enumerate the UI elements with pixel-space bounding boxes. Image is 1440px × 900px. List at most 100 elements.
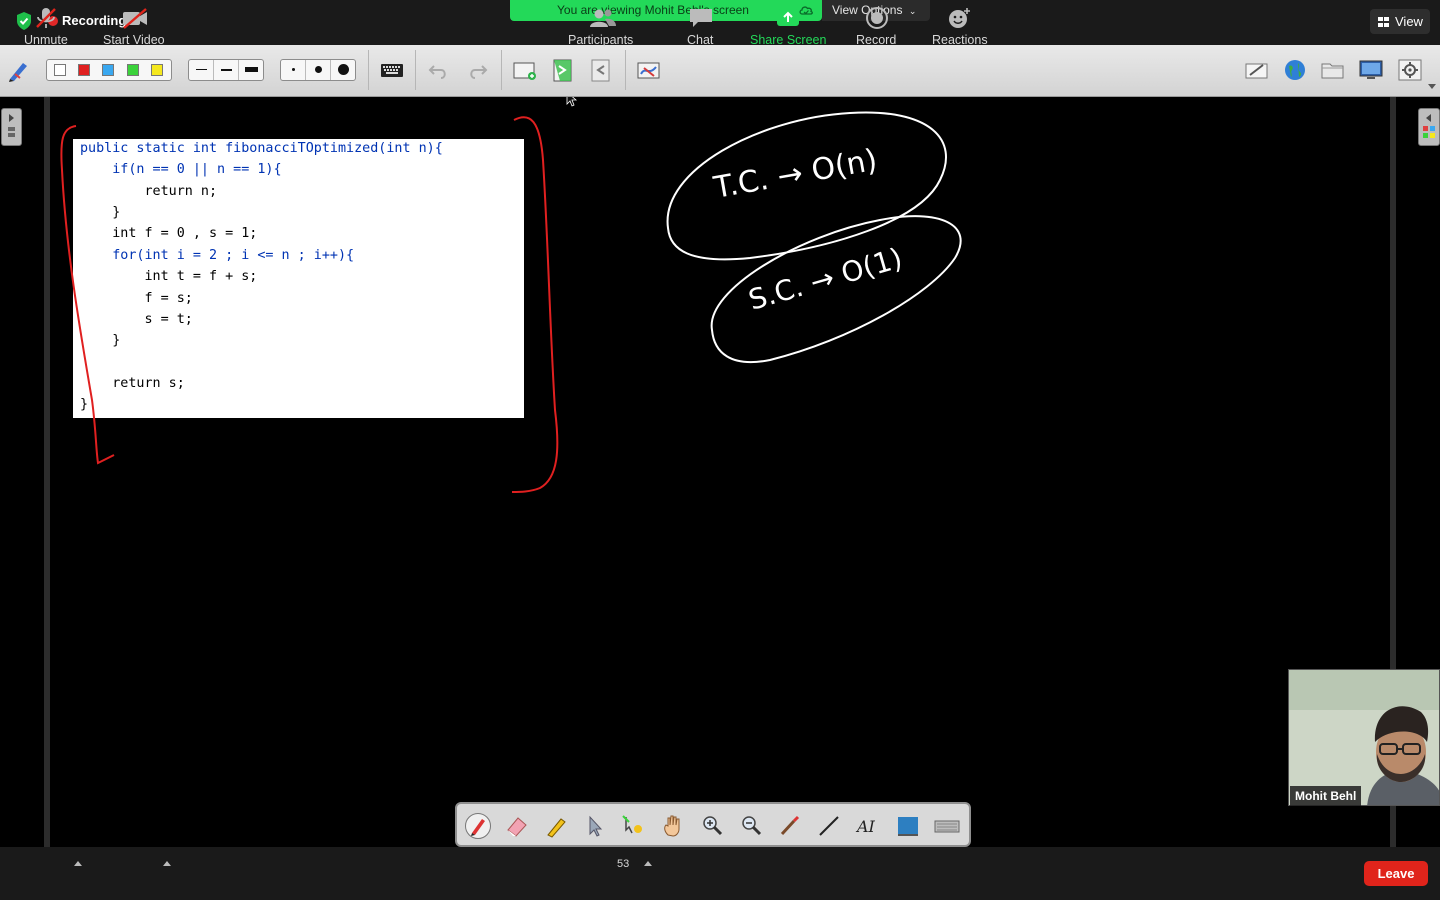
dot-size-medium[interactable] bbox=[306, 60, 331, 80]
swatch-yellow[interactable] bbox=[151, 64, 163, 76]
dot-size-large[interactable] bbox=[331, 60, 356, 80]
start-video-button[interactable]: Start Video bbox=[100, 0, 172, 53]
svg-text:AI: AI bbox=[855, 817, 876, 836]
select-icon[interactable] bbox=[582, 813, 608, 839]
participants-label: Participants bbox=[568, 33, 634, 47]
globe-icon[interactable] bbox=[1282, 58, 1308, 82]
share-screen-button[interactable]: Share Screen bbox=[748, 0, 828, 53]
reactions-label: Reactions bbox=[932, 33, 988, 47]
undo-icon[interactable] bbox=[426, 58, 452, 82]
eraser-icon[interactable] bbox=[504, 813, 530, 839]
leave-button[interactable]: Leave bbox=[1364, 861, 1428, 886]
dot-size-group bbox=[280, 59, 356, 81]
monitor-icon[interactable] bbox=[1358, 58, 1384, 82]
keyboard-icon[interactable] bbox=[934, 813, 960, 839]
zoom-out-icon[interactable] bbox=[738, 813, 764, 839]
meeting-controls-bar bbox=[0, 847, 1440, 900]
code-line: s = t; bbox=[80, 312, 193, 328]
record-label: Record bbox=[856, 33, 897, 47]
previous-page-icon[interactable] bbox=[588, 58, 614, 82]
right-panel-toggle[interactable] bbox=[1418, 108, 1440, 146]
audio-options-caret-icon[interactable] bbox=[74, 861, 82, 866]
camera-off-icon bbox=[123, 8, 147, 29]
shape-icon[interactable] bbox=[895, 813, 921, 839]
code-line: return s; bbox=[80, 376, 185, 392]
line-width-group bbox=[188, 59, 264, 81]
new-page-icon[interactable] bbox=[512, 58, 538, 82]
code-line: } bbox=[80, 333, 120, 349]
participants-options-caret-icon[interactable] bbox=[644, 861, 652, 866]
share-screen-icon bbox=[777, 9, 799, 26]
pen-tool-icon[interactable] bbox=[6, 58, 32, 82]
view-button-label: View bbox=[1395, 14, 1423, 29]
swatch-white[interactable] bbox=[54, 64, 66, 76]
line-icon[interactable] bbox=[816, 813, 842, 839]
arrow-right-icon bbox=[8, 114, 15, 137]
record-button[interactable]: Record bbox=[852, 0, 902, 53]
unmute-button[interactable]: Unmute bbox=[18, 0, 74, 53]
code-line: int t = f + s; bbox=[80, 269, 257, 285]
code-line-text: } bbox=[80, 205, 121, 220]
pen-icon[interactable] bbox=[465, 813, 491, 839]
swatch-blue[interactable] bbox=[102, 64, 114, 76]
highlighter-icon[interactable] bbox=[543, 813, 569, 839]
left-panel-toggle[interactable] bbox=[1, 108, 22, 146]
participant-count: 53 bbox=[617, 858, 630, 870]
reactions-button[interactable]: Reactions bbox=[928, 0, 990, 53]
hand-icon[interactable] bbox=[660, 813, 686, 839]
arrow-left-icon bbox=[1423, 114, 1435, 138]
brush-icon[interactable] bbox=[777, 813, 803, 839]
annotation-toolbar: AI bbox=[455, 802, 971, 847]
microphone-muted-icon bbox=[36, 8, 56, 28]
spotlight-icon[interactable] bbox=[620, 813, 646, 839]
code-line-text: int t = f + s; bbox=[80, 269, 258, 284]
redo-icon[interactable] bbox=[464, 58, 490, 82]
line-width-medium[interactable] bbox=[214, 60, 239, 80]
code-line-text: for(int i = 2 ; i <= n ; i++){ bbox=[80, 248, 355, 263]
folder-icon[interactable] bbox=[1320, 58, 1346, 82]
code-snippet: public static int fibonacciTOptimized(in… bbox=[73, 139, 524, 418]
code-line: return n; bbox=[80, 184, 217, 200]
toolbar-collapse-icon[interactable] bbox=[1428, 84, 1436, 89]
canvas-left-border bbox=[44, 97, 50, 847]
code-line-text: if(n == 0 || n == 1){ bbox=[80, 162, 282, 177]
participants-icon bbox=[590, 9, 616, 27]
toolbar-divider bbox=[368, 50, 369, 90]
code-line-text: } bbox=[80, 397, 89, 412]
code-line-text: int f = 0 , s = 1; bbox=[80, 226, 258, 241]
mouse-cursor-icon bbox=[566, 97, 578, 107]
pen-box-icon[interactable] bbox=[1244, 58, 1270, 82]
settings-icon[interactable] bbox=[1397, 58, 1423, 82]
code-line-text: return s; bbox=[80, 376, 185, 391]
participants-button[interactable]: Participants bbox=[564, 0, 642, 53]
toolbar-divider bbox=[625, 50, 626, 90]
swatch-green[interactable] bbox=[127, 64, 139, 76]
code-line: for(int i = 2 ; i <= n ; i++){ bbox=[80, 248, 354, 264]
keyboard-icon[interactable] bbox=[379, 58, 405, 82]
text-icon[interactable]: AI bbox=[855, 813, 881, 839]
code-line-text: f = s; bbox=[80, 291, 193, 306]
swatch-red[interactable] bbox=[78, 64, 90, 76]
grid-view-icon bbox=[1378, 17, 1389, 27]
share-screen-label: Share Screen bbox=[750, 33, 827, 47]
dot-size-small[interactable] bbox=[281, 60, 306, 80]
next-page-icon[interactable] bbox=[550, 58, 576, 82]
zoom-in-icon[interactable] bbox=[699, 813, 725, 839]
video-options-caret-icon[interactable] bbox=[163, 861, 171, 866]
code-line: if(n == 0 || n == 1){ bbox=[80, 162, 282, 178]
record-icon bbox=[866, 7, 888, 29]
handwriting-time-complexity: T.C. → O(n) bbox=[710, 143, 880, 206]
chevron-down-icon: ⌄ bbox=[908, 6, 917, 16]
code-line-text: return n; bbox=[80, 184, 218, 199]
ellipse-time-complexity bbox=[666, 111, 947, 261]
participant-name-label: Mohit Behl bbox=[1290, 786, 1362, 806]
chat-button[interactable]: Chat bbox=[680, 0, 722, 53]
code-line: int f = 0 , s = 1; bbox=[80, 226, 257, 242]
code-line: public static int fibonacciTOptimized(in… bbox=[80, 141, 443, 157]
code-line: } bbox=[80, 397, 88, 413]
line-width-thin[interactable] bbox=[189, 60, 214, 80]
view-button[interactable]: View bbox=[1370, 9, 1430, 34]
line-width-thick[interactable] bbox=[239, 60, 264, 80]
clear-icon[interactable] bbox=[636, 58, 662, 82]
code-line-text: s = t; bbox=[80, 312, 193, 327]
